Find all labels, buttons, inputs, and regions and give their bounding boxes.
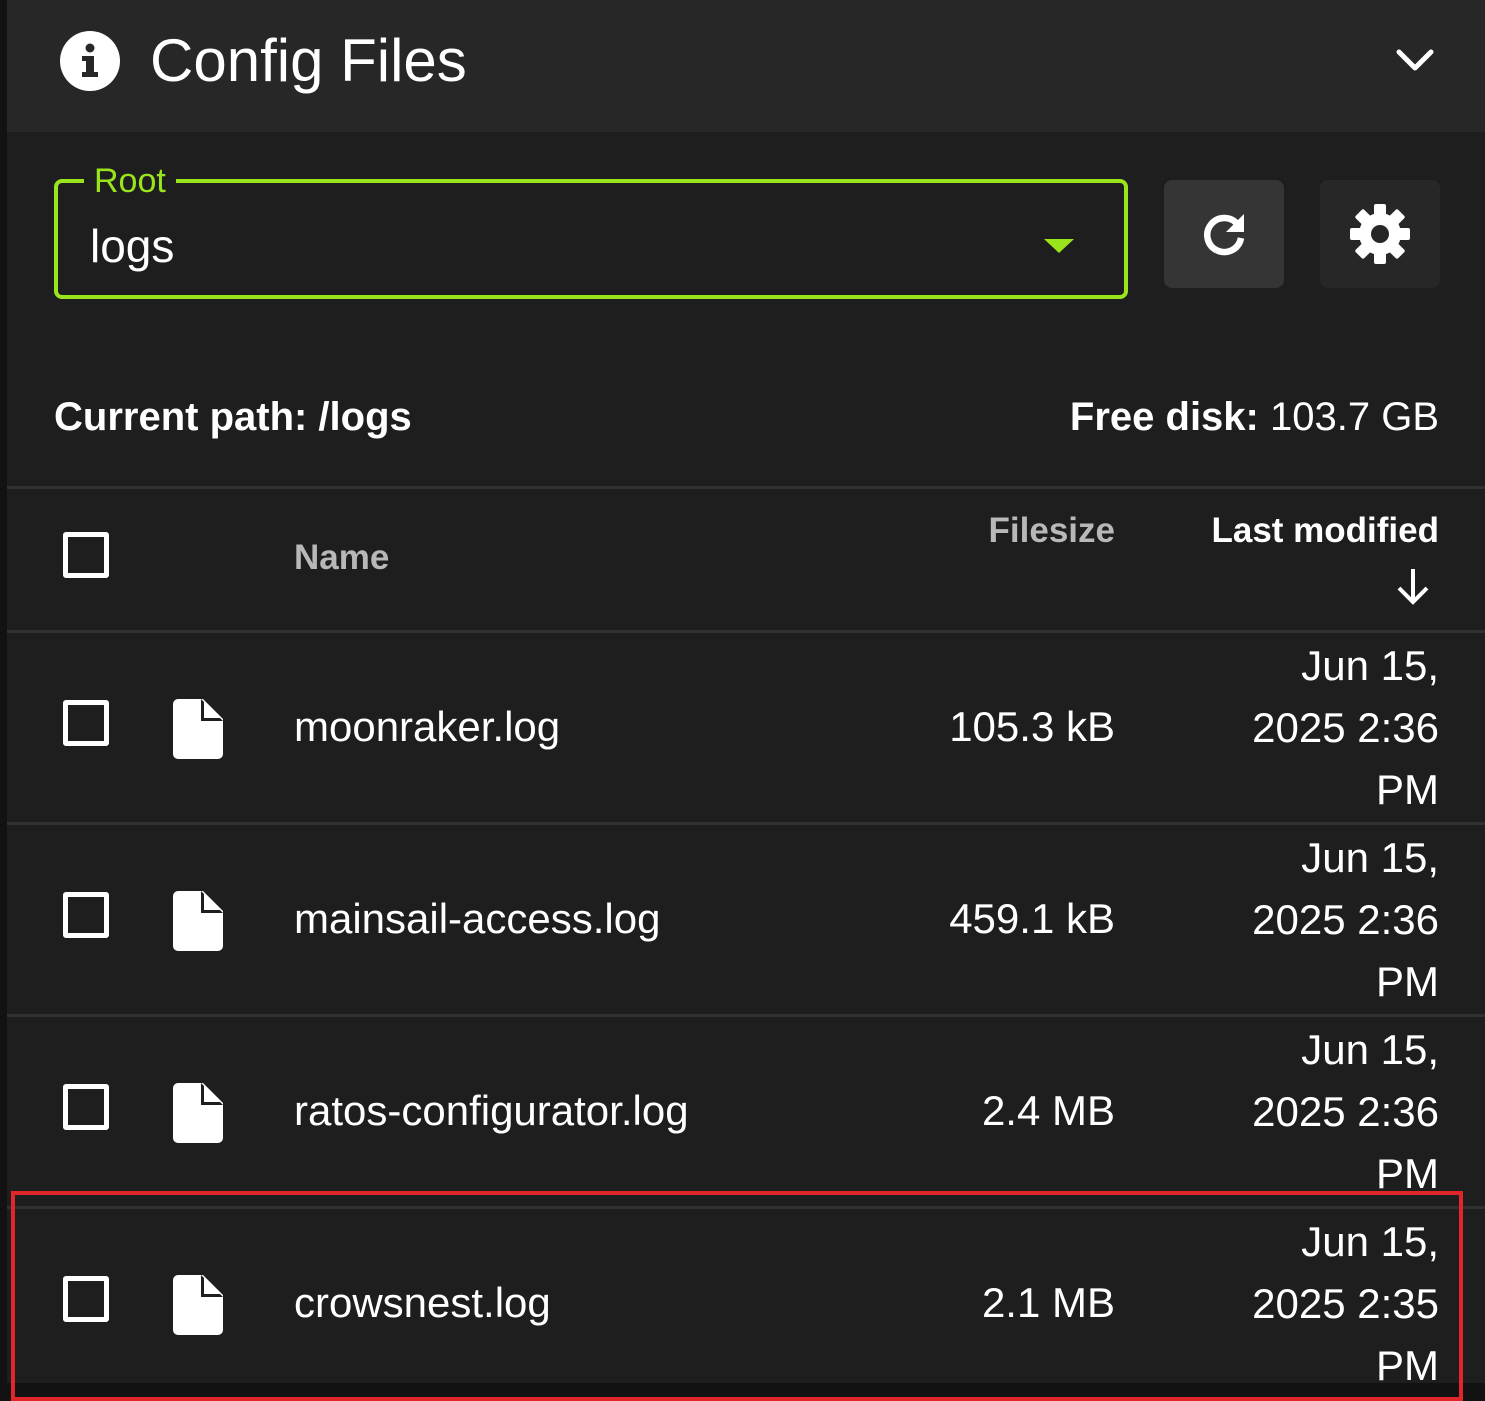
file-name[interactable]: mainsail-access.log xyxy=(294,889,660,949)
file-icon xyxy=(173,1275,223,1335)
info-icon xyxy=(60,31,120,91)
file-name[interactable]: ratos-configurator.log xyxy=(294,1081,689,1141)
gear-icon xyxy=(1350,204,1410,264)
file-size: 459.1 kB xyxy=(949,895,1115,942)
row-checkbox[interactable] xyxy=(63,1276,109,1322)
row-checkbox[interactable] xyxy=(63,892,109,938)
row-checkbox[interactable] xyxy=(63,700,109,746)
table-row[interactable]: ratos-configurator.log 2.4 MB Jun 15, 20… xyxy=(7,1017,1485,1206)
file-size: 2.4 MB xyxy=(981,1087,1115,1134)
file-name[interactable]: moonraker.log xyxy=(294,697,560,757)
root-select-value: logs xyxy=(90,220,175,272)
free-disk: Free disk: 103.7 GB xyxy=(1070,392,1439,442)
divider xyxy=(7,486,1485,489)
refresh-button[interactable] xyxy=(1164,180,1284,288)
select-all-checkbox[interactable] xyxy=(63,532,109,578)
column-header-name[interactable]: Name xyxy=(294,536,389,580)
refresh-icon xyxy=(1204,214,1245,256)
file-modified: Jun 15, 2025 2:36 PM xyxy=(1252,1026,1439,1197)
current-path: Current path: /logs xyxy=(54,395,412,439)
table-row[interactable]: crowsnest.log 2.1 MB Jun 15, 2025 2:35 P… xyxy=(7,1209,1485,1389)
file-modified: Jun 15, 2025 2:35 PM xyxy=(1252,1218,1439,1389)
row-checkbox[interactable] xyxy=(63,1084,109,1130)
column-header-last-modified[interactable]: Last modified xyxy=(1211,509,1439,553)
config-files-panel: Config Files Root logs Current path: /lo… xyxy=(7,0,1485,1401)
chevron-down-icon[interactable] xyxy=(1395,44,1435,76)
settings-button[interactable] xyxy=(1320,180,1440,288)
column-header-filesize[interactable]: Filesize xyxy=(989,509,1115,553)
file-modified: Jun 15, 2025 2:36 PM xyxy=(1252,834,1439,1005)
file-icon xyxy=(173,1083,223,1143)
root-select-label: Root xyxy=(84,161,176,201)
arrow-down-icon[interactable] xyxy=(1395,566,1431,606)
free-disk-label: Free disk: xyxy=(1069,395,1259,439)
table-row[interactable]: mainsail-access.log 459.1 kB Jun 15, 202… xyxy=(7,825,1485,1014)
panel-header[interactable]: Config Files xyxy=(7,0,1485,132)
file-size: 105.3 kB xyxy=(949,703,1115,750)
file-icon xyxy=(173,699,223,759)
panel-title: Config Files xyxy=(150,27,467,94)
table-row[interactable]: moonraker.log 105.3 kB Jun 15, 2025 2:36… xyxy=(7,633,1485,822)
file-size: 2.1 MB xyxy=(981,1279,1115,1326)
file-icon xyxy=(173,891,223,951)
dropdown-arrow-icon xyxy=(1044,239,1074,253)
file-name[interactable]: crowsnest.log xyxy=(294,1273,551,1333)
root-select[interactable]: Root logs xyxy=(54,161,1128,299)
window-edge xyxy=(0,0,7,1383)
file-modified: Jun 15, 2025 2:36 PM xyxy=(1252,642,1439,813)
free-disk-value: 103.7 GB xyxy=(1258,395,1439,439)
